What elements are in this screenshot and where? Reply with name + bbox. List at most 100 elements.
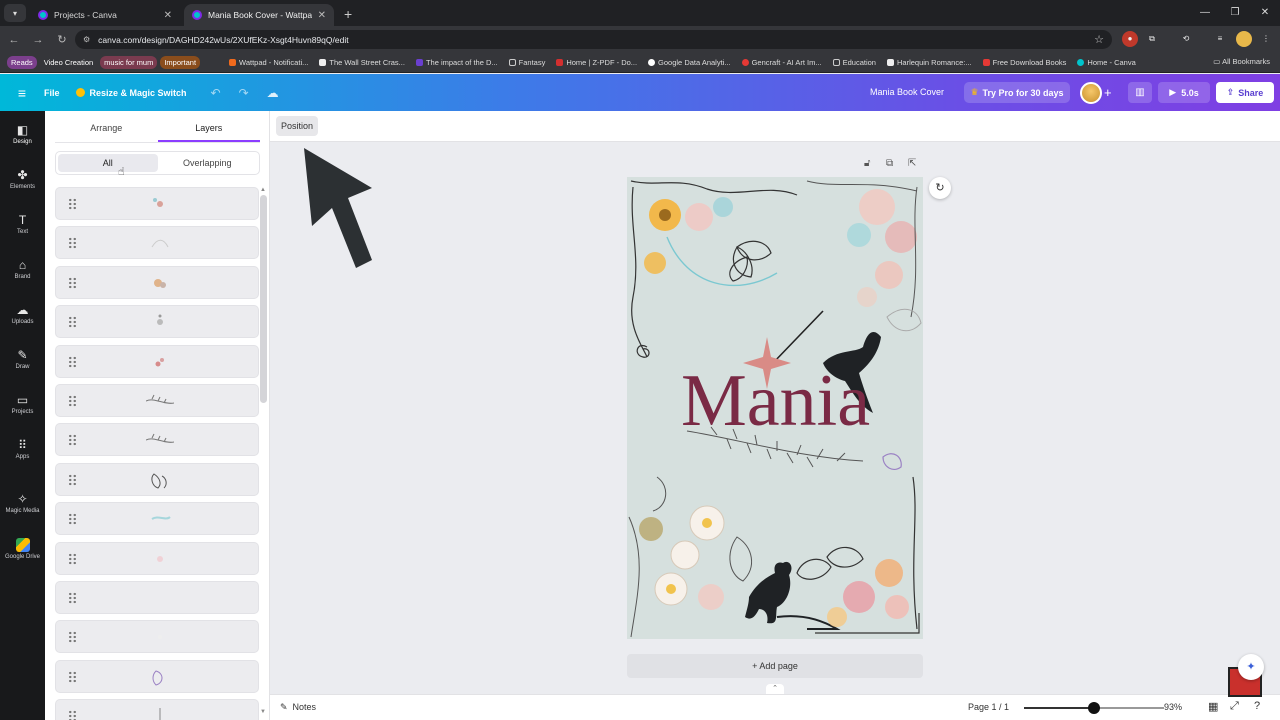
layer-row[interactable]: [55, 423, 259, 457]
drag-handle-icon[interactable]: [68, 513, 77, 526]
bookmark-item[interactable]: Reads: [7, 56, 37, 69]
grid-view-icon[interactable]: ▦: [1208, 700, 1218, 713]
magic-assistant-icon[interactable]: ✦: [1238, 654, 1264, 680]
filter-overlapping[interactable]: Overlapping: [158, 154, 258, 172]
zoom-slider-handle[interactable]: [1088, 702, 1100, 714]
zoom-level[interactable]: 93%: [1164, 702, 1182, 712]
lock-icon[interactable]: 🔓︎: [864, 158, 870, 169]
position-button[interactable]: Position: [276, 116, 319, 136]
close-icon[interactable]: ✕: [164, 10, 172, 21]
bookmark-item[interactable]: Education: [829, 56, 880, 69]
chrome-menu-icon[interactable]: ⋮: [1258, 31, 1274, 47]
layer-row[interactable]: [55, 659, 259, 693]
bookmark-item[interactable]: The Wall Street Cras...: [315, 56, 409, 69]
rail-item-elements[interactable]: ✤ Elements: [0, 168, 45, 190]
rail-item-text[interactable]: T Text: [0, 213, 45, 235]
rail-item-design[interactable]: ◧ Design: [0, 123, 45, 145]
avatar[interactable]: [1080, 82, 1102, 104]
layer-row[interactable]: [55, 502, 259, 536]
layer-row[interactable]: [55, 581, 259, 614]
layer-row[interactable]: [55, 344, 259, 378]
add-collaborator-icon[interactable]: +: [1104, 85, 1112, 100]
drag-handle-icon[interactable]: [68, 710, 77, 720]
back-icon[interactable]: ←: [2, 34, 26, 46]
scroll-up-icon[interactable]: ▲: [260, 187, 266, 193]
rail-item-google-drive[interactable]: Google Drive: [0, 538, 45, 560]
undo-icon[interactable]: ↶: [211, 86, 221, 100]
drag-handle-icon[interactable]: [68, 276, 77, 289]
bookmark-item[interactable]: Home | Z-PDF - Do...: [552, 56, 641, 69]
rail-item-apps[interactable]: ⠿ Apps: [0, 438, 45, 460]
redo-icon[interactable]: ↷: [239, 86, 249, 100]
try-pro-button[interactable]: ♛ Try Pro for 30 days: [964, 82, 1070, 103]
tab-layers[interactable]: Layers: [157, 119, 260, 142]
file-menu-button[interactable]: File: [44, 88, 60, 98]
layer-row[interactable]: [55, 226, 259, 260]
layer-row[interactable]: [55, 462, 259, 496]
fullscreen-icon[interactable]: ⤢: [1230, 700, 1239, 713]
rail-item-magic-media[interactable]: ✧ Magic Media: [0, 492, 45, 514]
bookmark-item[interactable]: Fantasy: [505, 56, 550, 69]
menu-icon[interactable]: ≡: [0, 85, 44, 101]
present-button[interactable]: ▶ 5.0s: [1158, 82, 1210, 103]
close-window-icon[interactable]: ✕: [1250, 0, 1280, 26]
tab-arrange[interactable]: Arrange: [55, 119, 158, 142]
notes-button[interactable]: ✎ Notes: [280, 702, 316, 713]
bookmark-item[interactable]: Free Download Books: [979, 56, 1071, 69]
reload-icon[interactable]: ↻: [50, 33, 74, 46]
layer-row[interactable]: [55, 620, 259, 654]
share-button[interactable]: ⇪ Share: [1216, 82, 1274, 103]
bookmark-item[interactable]: Home - Canva: [1073, 56, 1139, 69]
profile-avatar-icon[interactable]: [1236, 31, 1252, 47]
filter-all[interactable]: All: [58, 154, 158, 172]
duplicate-page-icon[interactable]: ⧉: [886, 158, 893, 169]
scroll-down-icon[interactable]: ▼: [260, 709, 266, 715]
drag-handle-icon[interactable]: [68, 552, 77, 565]
bookmark-item[interactable]: music for mum: [100, 56, 158, 69]
layer-row[interactable]: [55, 384, 259, 417]
history-icon[interactable]: ⟲: [1178, 31, 1194, 47]
rail-item-uploads[interactable]: ☁ Uploads: [0, 303, 45, 325]
bookmark-item[interactable]: Google Data Analyti...: [644, 56, 735, 69]
media-control-icon[interactable]: ≡: [1212, 31, 1228, 47]
drag-handle-icon[interactable]: [68, 237, 77, 250]
drag-handle-icon[interactable]: [68, 592, 77, 604]
drag-handle-icon[interactable]: [68, 316, 77, 329]
forward-icon[interactable]: →: [26, 34, 50, 46]
maximize-icon[interactable]: ❐: [1220, 0, 1250, 26]
layer-row[interactable]: [55, 541, 259, 575]
drag-handle-icon[interactable]: [68, 198, 77, 210]
bookmark-item[interactable]: Video Creation: [40, 56, 97, 69]
bookmark-item[interactable]: The impact of the D...: [412, 56, 502, 69]
bookmark-item[interactable]: Wattpad - Notificati...: [225, 56, 312, 69]
tab-mania-book-cover[interactable]: Mania Book Cover - Wattpad B... ✕: [184, 4, 334, 26]
design-title[interactable]: Mania Book Cover: [870, 87, 944, 97]
rail-item-brand[interactable]: ⌂ Brand: [0, 258, 45, 280]
bookmark-item[interactable]: Harlequin Romance:...: [883, 56, 976, 69]
show-pages-icon[interactable]: ⌃: [766, 684, 784, 694]
new-tab-button[interactable]: +: [344, 6, 352, 22]
drag-handle-icon[interactable]: [68, 670, 77, 683]
bookmark-item[interactable]: Gencraft - AI Art Im...: [738, 56, 826, 69]
add-page-icon[interactable]: ⇱: [908, 158, 916, 169]
insights-icon[interactable]: ▥: [1128, 82, 1152, 103]
resize-magic-switch-button[interactable]: Resize & Magic Switch: [75, 88, 187, 98]
all-bookmarks-button[interactable]: ▭ All Bookmarks: [1213, 57, 1270, 66]
extensions-icon[interactable]: ⧉: [1144, 31, 1160, 47]
cloud-save-icon[interactable]: ☁: [267, 86, 279, 100]
adblock-extension-icon[interactable]: ●: [1122, 31, 1138, 47]
close-icon[interactable]: ✕: [318, 10, 326, 21]
design-page[interactable]: Mania: [627, 177, 923, 639]
tab-search-button[interactable]: ▾: [4, 4, 26, 22]
layers-scrollbar[interactable]: [260, 195, 267, 403]
drag-handle-icon[interactable]: [68, 355, 77, 368]
layer-row[interactable]: [55, 187, 259, 220]
zoom-slider[interactable]: [1024, 702, 1164, 714]
drag-handle-icon[interactable]: [68, 631, 77, 644]
layer-row[interactable]: [55, 265, 259, 299]
minimize-icon[interactable]: —: [1190, 0, 1220, 26]
rail-item-projects[interactable]: ▭ Projects: [0, 393, 45, 415]
layer-row[interactable]: [55, 305, 259, 339]
drag-handle-icon[interactable]: [68, 434, 77, 447]
bookmark-star-icon[interactable]: ☆: [1094, 33, 1104, 46]
